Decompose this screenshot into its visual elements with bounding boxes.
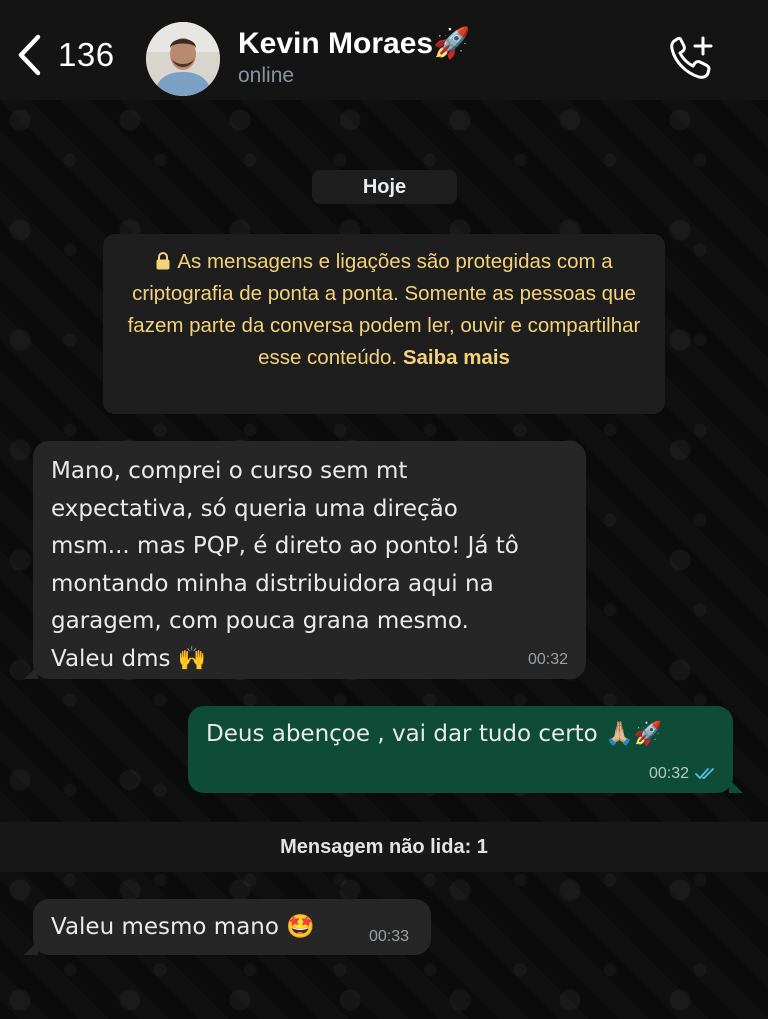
message-incoming[interactable]: Mano, comprei o curso sem mt expectativa… — [24, 441, 586, 679]
contact-status: online — [238, 64, 295, 87]
message-text: Mano, comprei o curso sem mt expectativa… — [51, 458, 519, 672]
lock-icon — [156, 252, 170, 270]
back-button[interactable]: 136 — [14, 33, 115, 77]
message-time: 00:32 — [527, 651, 568, 668]
message-text: Valeu mesmo mano 🤩 — [51, 914, 315, 940]
phone-plus-icon — [670, 36, 713, 79]
bubble-tail — [24, 941, 38, 955]
bubble-tail — [24, 665, 38, 679]
double-check-icon — [695, 768, 714, 779]
bubble-tail — [729, 779, 743, 793]
encryption-notice-text: As mensagens e ligações são protegidas c… — [127, 250, 641, 369]
unread-messages-divider: Mensagem não lida: 1 — [0, 822, 768, 872]
add-call-button[interactable] — [668, 34, 718, 82]
contact-name[interactable]: Kevin Moraes🚀 — [238, 26, 470, 61]
saiba-mais-link[interactable]: Saiba mais — [403, 346, 510, 369]
unread-chats-count: 136 — [58, 36, 115, 73]
avatar-image — [146, 22, 220, 96]
date-chip: Hoje — [312, 170, 457, 204]
message-time: 00:32 — [648, 765, 689, 782]
message-incoming[interactable]: Valeu mesmo mano 🤩 00:33 — [24, 899, 431, 955]
chat-header: 136 Kevin Moraes🚀 online — [0, 0, 768, 100]
message-text: Deus abençoe , vai dar tudo certo 🙏🏼🚀 — [206, 721, 663, 747]
encryption-notice[interactable]: As mensagens e ligações são protegidas c… — [103, 234, 665, 414]
message-outgoing[interactable]: Deus abençoe , vai dar tudo certo 🙏🏼🚀 00… — [188, 706, 743, 793]
message-time: 00:33 — [368, 928, 409, 945]
avatar[interactable] — [146, 22, 220, 96]
chevron-left-icon — [18, 34, 41, 76]
